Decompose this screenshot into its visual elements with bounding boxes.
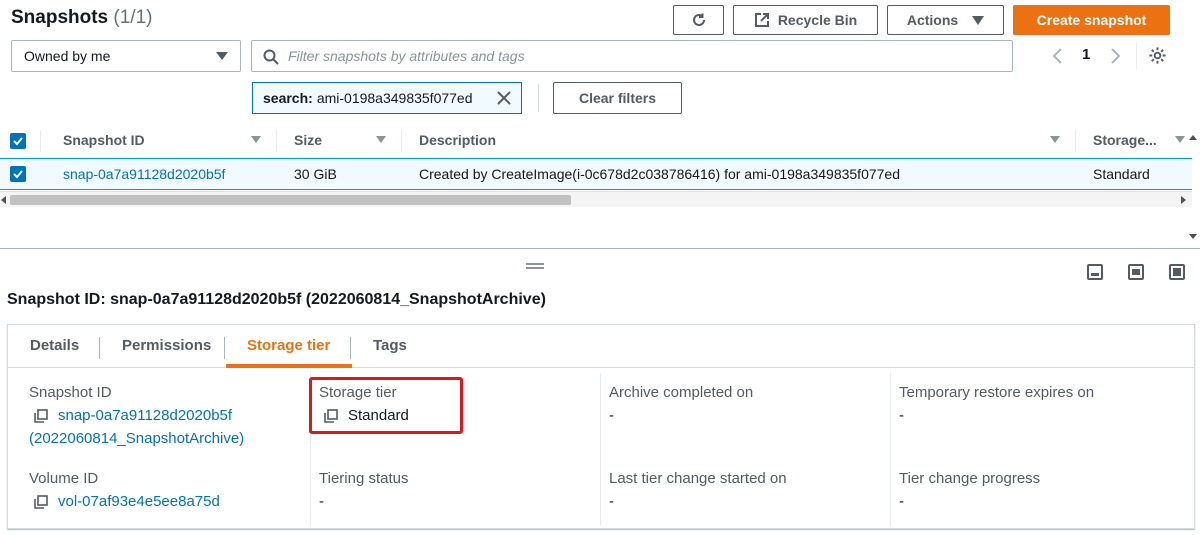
search-input[interactable] [288,48,988,64]
copy-icon[interactable] [34,495,48,509]
snapshot-id-value[interactable]: snap-0a7a91128d2020b5f [58,407,232,424]
volume-id-value[interactable]: vol-07af93e4e5ee8a75d [58,493,220,510]
recycle-bin-button[interactable]: Recycle Bin [733,5,878,35]
tab-details[interactable]: Details [30,337,79,354]
snapshot-count: (1/1) [113,7,153,28]
chevron-right-icon[interactable] [1110,47,1122,65]
close-icon[interactable] [495,89,513,107]
detail-title: Snapshot ID: snap-0a7a91128d2020b5f (202… [7,291,546,308]
search-icon [263,49,279,65]
refresh-icon [692,13,705,26]
detail-tabs: Details Permissions Storage tier Tags [8,325,1194,368]
caret-down-icon [216,52,228,60]
table-row[interactable]: snap-0a7a91128d2020b5f 30 GiB Created by… [0,158,1192,190]
temp-restore-label: Temporary restore expires on [899,384,1095,401]
storage-cell: Standard [1093,166,1150,182]
volume-id-label: Volume ID [29,470,99,487]
column-header-storage[interactable]: Storage... [1093,132,1157,148]
filter-divider [538,84,539,112]
archive-completed-value: - [609,407,614,424]
column-divider [1075,130,1076,152]
column-divider [40,130,41,152]
check-icon [13,137,23,146]
scroll-down-icon[interactable] [1189,234,1197,240]
size-cell: 30 GiB [294,166,337,182]
last-tier-change-label: Last tier change started on [609,470,787,487]
actions-dropdown[interactable]: Actions [887,5,1004,35]
token-value: ami-0198a349835f077ed [316,90,473,106]
create-snapshot-button[interactable]: Create snapshot [1013,5,1170,35]
search-box [251,40,1013,72]
pager-divider [1136,43,1137,69]
copy-icon[interactable] [34,409,48,423]
column-header-description[interactable]: Description [419,132,496,148]
tier-progress-value: - [899,493,904,510]
column-divider [890,373,891,526]
gear-icon[interactable] [1148,46,1167,65]
external-link-icon [754,13,769,27]
snapshots-panel: Snapshots (1/1) Recycle Bin Actions Crea… [0,0,1200,250]
owner-select[interactable]: Owned by me [11,40,241,72]
table-header: Snapshot ID Size Description Storage... [0,124,1192,158]
last-tier-change-value: - [609,493,614,510]
snapshot-id-link[interactable]: snap-0a7a91128d2020b5f [63,166,225,182]
tier-progress-label: Tier change progress [899,470,1041,487]
scroll-right-icon[interactable] [1180,196,1186,204]
tab-permissions[interactable]: Permissions [122,337,211,354]
sort-icon[interactable] [251,136,261,143]
scrollbar-thumb[interactable] [10,195,571,205]
scroll-up-icon[interactable] [1189,134,1197,140]
tab-divider [350,337,351,359]
sort-icon[interactable] [1175,136,1185,143]
archive-completed-label: Archive completed on [609,384,754,401]
pane-bottom-icon[interactable] [1087,264,1103,280]
refresh-button[interactable] [673,5,724,35]
detail-card: Details Permissions Storage tier Tags Sn… [7,324,1195,529]
sort-icon[interactable] [1050,136,1060,143]
snapshot-id-label: Snapshot ID [29,384,112,401]
filter-token: search: ami-0198a349835f077ed [252,82,522,114]
horizontal-scrollbar[interactable] [0,191,1192,207]
select-all-checkbox[interactable] [10,133,26,149]
highlight-box [309,377,463,434]
tab-divider [99,337,100,359]
column-divider [401,130,402,152]
check-icon [13,170,23,179]
tab-storage-tier[interactable]: Storage tier [247,337,330,354]
resize-handle[interactable] [526,263,544,269]
description-cell: Created by CreateImage(i-0c678d2c0387864… [419,166,900,182]
column-header-snapshot-id[interactable]: Snapshot ID [63,132,145,148]
page-title: Snapshots (1/1) [11,7,153,28]
tab-divider [224,337,225,359]
caret-down-icon [972,15,985,25]
sort-icon[interactable] [376,136,386,143]
temp-restore-value: - [899,407,904,424]
snapshot-id-name[interactable]: (2022060814_SnapshotArchive) [29,430,244,447]
tiering-status-value: - [319,493,324,510]
pane-full-icon[interactable] [1169,264,1185,280]
chevron-left-icon[interactable] [1051,47,1063,65]
column-header-size[interactable]: Size [294,132,322,148]
scroll-left-icon[interactable] [1,196,7,204]
pane-split-icon[interactable] [1128,264,1144,280]
clear-filters-button[interactable]: Clear filters [553,82,682,114]
column-divider [276,130,277,152]
row-checkbox[interactable] [10,166,26,182]
split-divider [0,248,1200,249]
tiering-status-label: Tiering status [319,470,409,487]
column-divider [600,373,601,526]
page-number[interactable]: 1 [1082,46,1090,63]
token-key: search: [263,90,313,106]
active-tab-indicator [226,364,352,368]
tab-tags[interactable]: Tags [373,337,407,354]
